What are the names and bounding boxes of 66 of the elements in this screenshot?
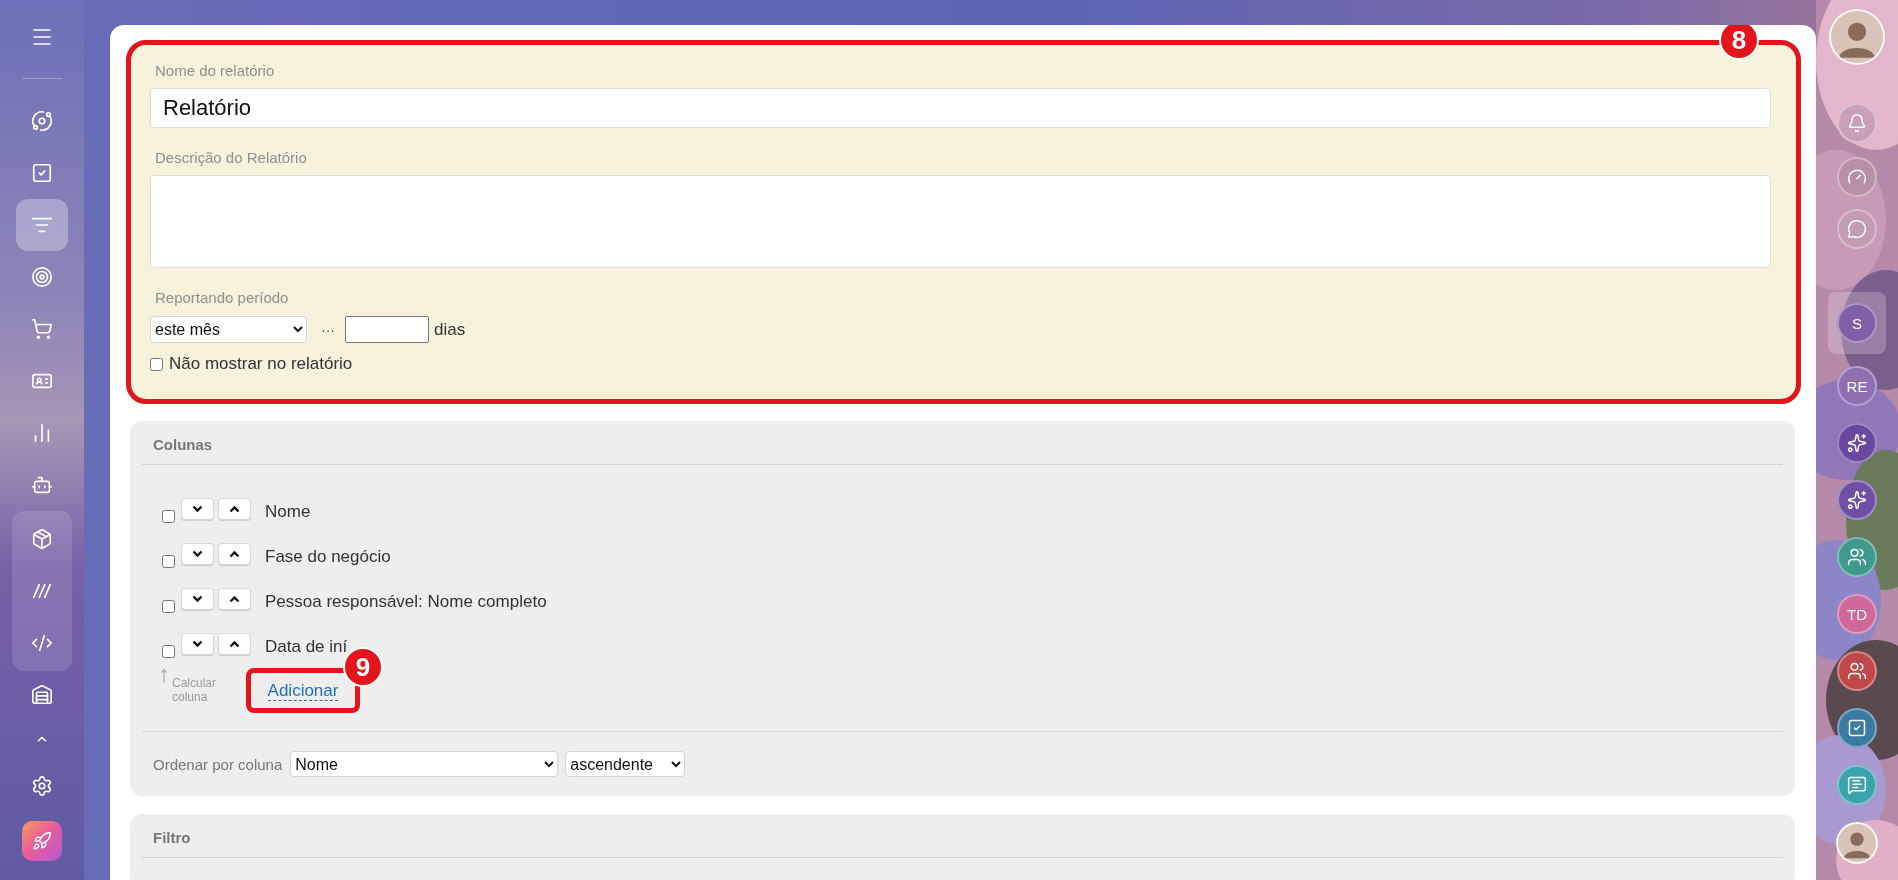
- chevron-down-icon: [192, 595, 203, 603]
- chevron-up-icon: [229, 505, 240, 513]
- gauge-icon: [1847, 167, 1867, 187]
- move-up-button[interactable]: [218, 633, 251, 655]
- checkbox[interactable]: [162, 509, 175, 523]
- field-label: Descrição do Relatório: [154, 149, 308, 167]
- code-icon: [31, 632, 53, 654]
- column-name: Pessoa responsável: Nome completo: [265, 592, 547, 612]
- checkbox[interactable]: [162, 599, 175, 613]
- chevron-up-icon: [229, 640, 240, 648]
- sparkles-icon: [1847, 433, 1867, 453]
- target-icon: [31, 266, 53, 288]
- checked-square-icon: [1847, 718, 1867, 738]
- move-up-button[interactable]: [218, 543, 251, 565]
- report-name-field[interactable]: Relatório: [150, 88, 1771, 128]
- panel-title: Colunas: [153, 436, 214, 454]
- checkbox[interactable]: [162, 554, 175, 568]
- separator-text: ···: [321, 321, 335, 338]
- period-select[interactable]: este mês: [150, 316, 307, 343]
- chevron-down-icon: [192, 640, 203, 648]
- people-icon: [1847, 661, 1867, 681]
- move-down-button[interactable]: [181, 498, 214, 520]
- message-icon: [1847, 775, 1867, 795]
- add-link[interactable]: Adicionar: [267, 680, 339, 701]
- unit-label: dias: [434, 319, 466, 340]
- column-name: Fase do negócio: [265, 547, 391, 567]
- panel-title: Filtro: [153, 829, 192, 847]
- checkbox[interactable]: [162, 644, 175, 658]
- chat-icon: [1847, 219, 1867, 239]
- move-down-button[interactable]: [181, 633, 214, 655]
- arrow-up-icon: [160, 668, 168, 684]
- nav-item[interactable]: [16, 199, 68, 251]
- sparkles-icon: [1847, 490, 1867, 510]
- robot-icon: [31, 474, 53, 496]
- days-field[interactable]: [345, 316, 429, 343]
- sort-column-select[interactable]: Nome: [290, 751, 559, 777]
- chevron-down-icon: [192, 550, 203, 558]
- move-down-button[interactable]: [181, 588, 214, 610]
- description-field[interactable]: [150, 175, 1771, 268]
- people-icon: [1847, 547, 1867, 567]
- chevron-up-icon: [229, 550, 240, 558]
- move-up-button[interactable]: [218, 498, 251, 520]
- avatar: [1838, 824, 1876, 862]
- sort-label: Ordenar por coluna: [153, 755, 283, 773]
- bell-icon: [1847, 113, 1867, 133]
- field-label: Reportando período: [154, 289, 290, 307]
- avatar: [1831, 11, 1883, 63]
- garage-icon: [31, 684, 53, 706]
- box-icon: [31, 528, 53, 550]
- step-badge: 8: [1719, 25, 1759, 60]
- cart-icon: [31, 318, 53, 340]
- checkbox[interactable]: [150, 357, 163, 371]
- checkbox-label: Não mostrar no relatório: [169, 354, 353, 374]
- move-up-button[interactable]: [218, 588, 251, 610]
- rocket-icon: [32, 831, 52, 851]
- checked-square-icon: [31, 162, 53, 184]
- chevron-down-icon: [192, 505, 203, 513]
- sort-order-select[interactable]: ascendente: [565, 751, 686, 777]
- rocket-button[interactable]: [22, 821, 62, 861]
- chevron-up-icon: [229, 595, 240, 603]
- settings-icon: [31, 775, 53, 797]
- hint-text: Calcular coluna: [172, 676, 217, 704]
- nodes-icon: [31, 110, 53, 132]
- column-name: Nome: [265, 502, 311, 522]
- move-down-button[interactable]: [181, 543, 214, 565]
- field-label: Nome do relatório: [154, 62, 276, 80]
